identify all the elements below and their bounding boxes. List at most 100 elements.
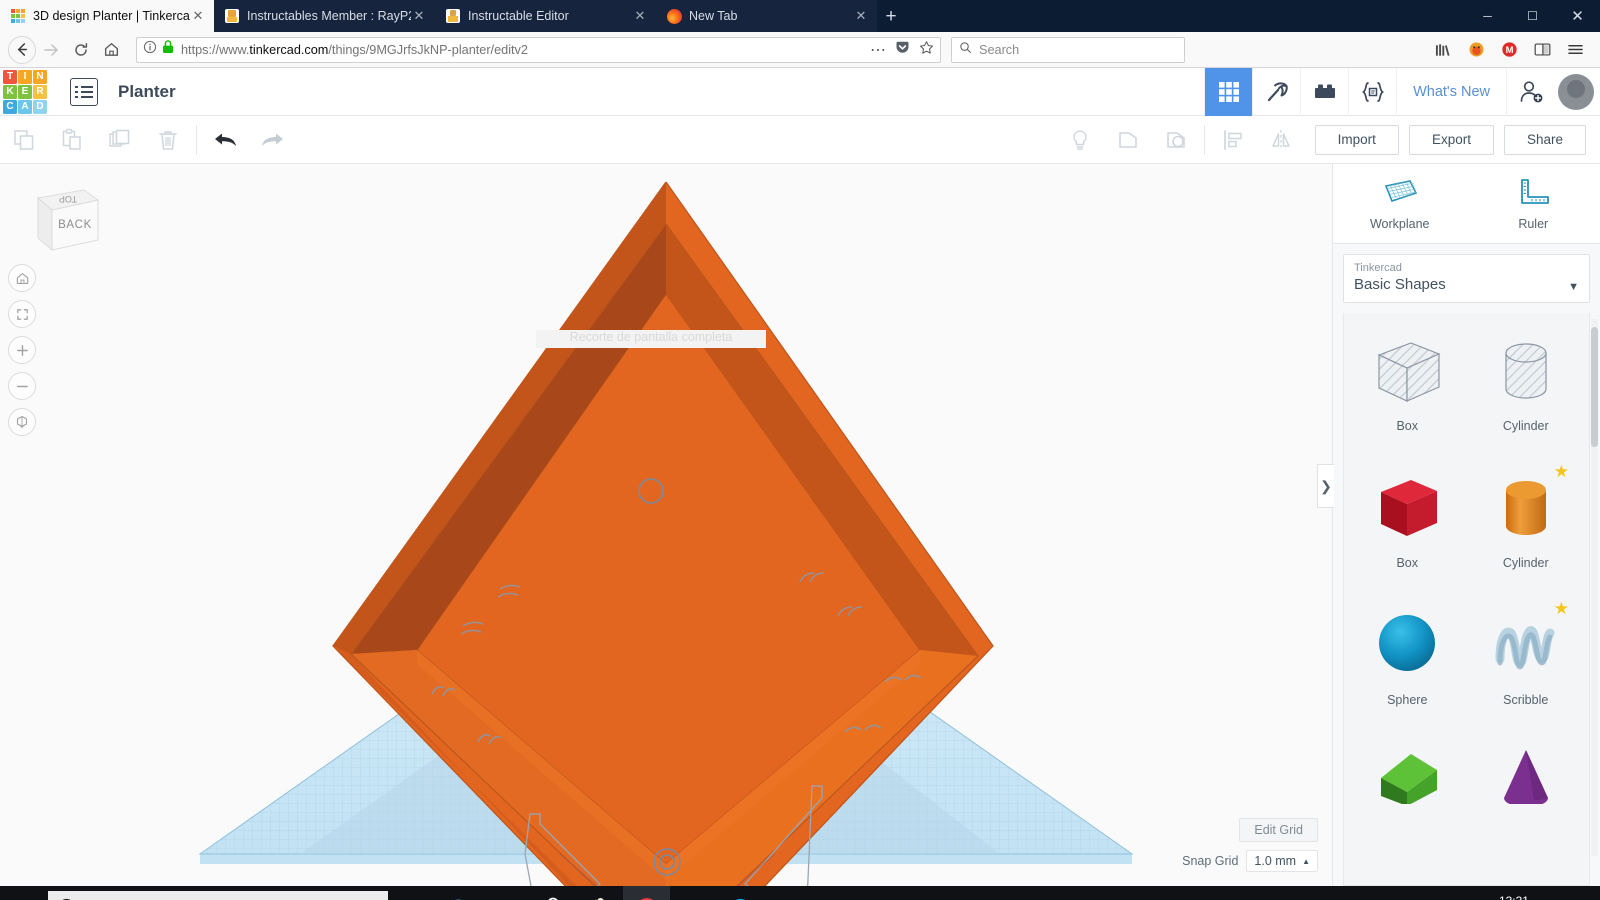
avatar[interactable] xyxy=(1558,73,1594,110)
shape-library-select[interactable]: Tinkercad Basic Shapes ▼ xyxy=(1343,254,1590,303)
ungroup-icon[interactable] xyxy=(1152,116,1200,164)
workplane-tool[interactable]: Workplane xyxy=(1333,164,1467,243)
shape-item-sphere[interactable]: Sphere xyxy=(1348,595,1467,732)
page-actions-icon[interactable]: ⋯ xyxy=(870,40,886,60)
grid-icon[interactable] xyxy=(1204,67,1253,116)
lightbulb-icon[interactable] xyxy=(1056,116,1104,164)
group-icon[interactable] xyxy=(1104,116,1152,164)
taskbar-search[interactable]: Escribe aquí para buscar xyxy=(48,891,388,900)
shape-item-box[interactable]: Box xyxy=(1348,458,1467,595)
firefox-icon[interactable] xyxy=(623,886,670,900)
file-explorer-icon[interactable] xyxy=(482,886,529,900)
popcorn-time-icon[interactable] xyxy=(576,886,623,900)
gmail-icon[interactable]: M xyxy=(1494,35,1524,65)
ruler-label: Ruler xyxy=(1518,216,1549,231)
browser-tab-1[interactable]: Instructables Member : RayP24 ✕ xyxy=(214,0,435,32)
shape-item-scribble[interactable]: ★ Scribble xyxy=(1467,595,1586,732)
minimize-button[interactable]: ─ xyxy=(1465,0,1510,32)
mirror-icon[interactable] xyxy=(1257,116,1305,164)
export-button[interactable]: Export xyxy=(1408,124,1494,155)
browser-tab-2[interactable]: Instructable Editor ✕ xyxy=(435,0,656,32)
project-menu-button[interactable] xyxy=(70,77,98,106)
show-hidden-icons[interactable] xyxy=(1338,886,1372,900)
3d-canvas[interactable]: TOP BACK Recorte de pantalla completa Ed… xyxy=(0,164,1332,886)
delete-button[interactable] xyxy=(144,116,192,164)
back-button[interactable] xyxy=(8,35,36,64)
lego-brick-icon[interactable] xyxy=(1300,67,1348,116)
pocket-icon[interactable] xyxy=(1461,35,1491,65)
shape-item-cone[interactable] xyxy=(1467,732,1586,869)
copy-button[interactable] xyxy=(0,116,48,164)
scrollbar-thumb[interactable] xyxy=(1591,327,1598,447)
forward-button[interactable] xyxy=(36,35,66,65)
shape-panel-scrollbar[interactable] xyxy=(1591,319,1598,856)
malwarebytes-icon[interactable]: M xyxy=(1372,886,1406,900)
import-button[interactable]: Import xyxy=(1314,124,1399,155)
whats-new-link[interactable]: What's New xyxy=(1396,67,1506,116)
snap-grid-select[interactable]: 1.0 mm ▲ xyxy=(1246,850,1318,872)
shape-item-cylinder[interactable]: ★ Cylinder xyxy=(1467,458,1586,595)
network-icon[interactable] xyxy=(1440,886,1474,900)
zoom-in-icon[interactable] xyxy=(8,336,36,364)
duplicate-button[interactable] xyxy=(96,116,144,164)
zoom-out-icon[interactable] xyxy=(8,372,36,400)
browser-tab-3[interactable]: New Tab ✕ xyxy=(656,0,877,32)
start-button[interactable] xyxy=(0,886,48,900)
reload-button[interactable] xyxy=(66,35,96,65)
close-icon[interactable]: ✕ xyxy=(411,8,427,24)
ortho-view-icon[interactable] xyxy=(8,408,36,436)
redo-button[interactable] xyxy=(249,116,297,164)
people-icon[interactable] xyxy=(1304,886,1338,900)
screenshot-tool-overlay: Recorte de pantalla completa xyxy=(536,330,766,348)
paste-button[interactable] xyxy=(48,116,96,164)
search-bar[interactable]: Search xyxy=(951,36,1185,63)
shape-label: Scribble xyxy=(1503,693,1549,707)
close-icon[interactable]: ✕ xyxy=(853,8,869,24)
lock-icon[interactable] xyxy=(162,40,174,59)
fit-view-icon[interactable] xyxy=(8,300,36,328)
url-bar[interactable]: https://www.tinkercad.com/things/9MGJrfs… xyxy=(136,36,941,63)
mail-icon[interactable]: 28 xyxy=(670,886,717,900)
search-input[interactable]: Search xyxy=(979,43,1019,57)
pickaxe-icon[interactable] xyxy=(1252,67,1300,116)
library-icon[interactable] xyxy=(1428,35,1458,65)
share-button[interactable]: Share xyxy=(1503,124,1586,155)
align-icon[interactable] xyxy=(1209,116,1257,164)
ruler-tool[interactable]: Ruler xyxy=(1467,164,1600,243)
shape-label: Cylinder xyxy=(1502,419,1549,433)
shape-gallery[interactable]: Box Cylinder Box ★ Cylinder Sphere ★ Scr… xyxy=(1343,313,1590,886)
skype-icon[interactable]: S xyxy=(717,886,764,900)
undo-button[interactable] xyxy=(201,116,249,164)
page-info-icon[interactable] xyxy=(143,40,157,59)
maximize-button[interactable]: ☐ xyxy=(1510,0,1555,32)
view-cube[interactable]: TOP BACK xyxy=(22,176,102,256)
menu-icon[interactable] xyxy=(1560,35,1590,65)
code-blocks-icon[interactable] xyxy=(1348,67,1396,116)
close-icon[interactable]: ✕ xyxy=(190,8,206,24)
sidebar-icon[interactable] xyxy=(1527,35,1557,65)
system-tray: M 13:31 05/06/2018 2 xyxy=(1304,886,1600,900)
shape-item-roof[interactable] xyxy=(1348,732,1467,869)
task-view-icon[interactable] xyxy=(388,886,435,900)
volume-icon[interactable] xyxy=(1406,886,1440,900)
logo-letter-i: I xyxy=(18,69,32,84)
close-window-button[interactable]: ✕ xyxy=(1555,0,1600,32)
grid-controls: Edit Grid Snap Grid 1.0 mm ▲ xyxy=(1182,818,1318,872)
panel-collapse-button[interactable]: ❯ xyxy=(1317,464,1334,508)
browser-tab-0[interactable]: 3D design Planter | Tinkercad ✕ xyxy=(0,0,214,32)
microsoft-store-icon[interactable] xyxy=(529,886,576,900)
pocket-icon[interactable] xyxy=(895,40,910,60)
add-user-icon[interactable] xyxy=(1506,67,1554,116)
close-icon[interactable]: ✕ xyxy=(632,8,648,24)
tinkercad-logo[interactable]: T I N K E R C A D xyxy=(2,69,48,115)
taskbar-clock[interactable]: 13:31 05/06/2018 xyxy=(1474,894,1554,900)
home-view-icon[interactable] xyxy=(8,264,36,292)
action-center-button[interactable]: 2 xyxy=(1554,886,1594,900)
edit-grid-button[interactable]: Edit Grid xyxy=(1239,818,1318,842)
shape-item-cylinder-hole[interactable]: Cylinder xyxy=(1467,321,1586,458)
edge-icon[interactable] xyxy=(435,886,482,900)
shape-item-box-hole[interactable]: Box xyxy=(1348,321,1467,458)
new-tab-button[interactable]: + xyxy=(877,2,905,32)
home-button[interactable] xyxy=(96,35,126,65)
bookmark-star-icon[interactable] xyxy=(919,40,934,60)
